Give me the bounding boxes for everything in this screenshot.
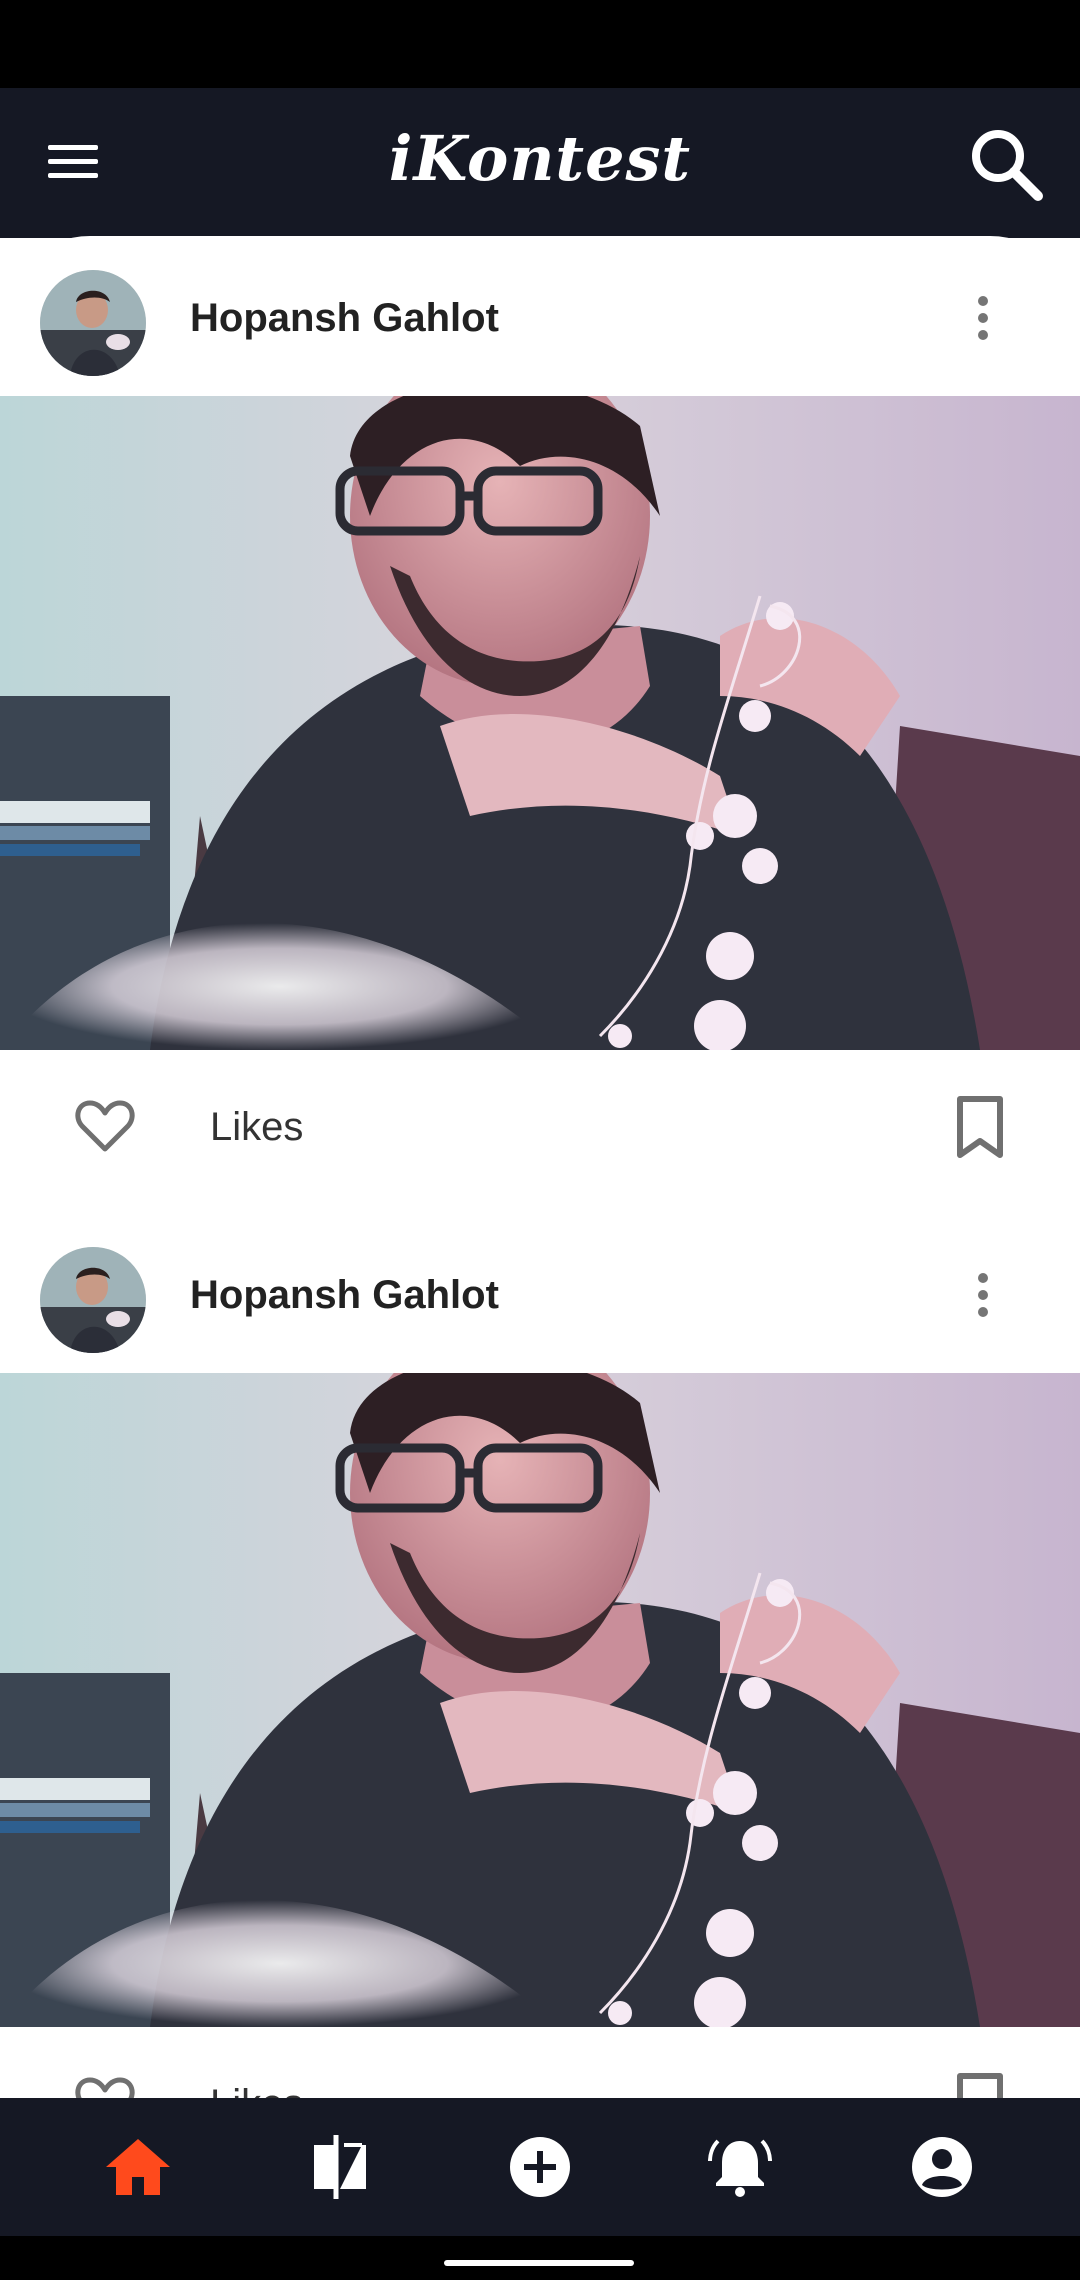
home-gesture-bar[interactable]: [444, 2260, 634, 2266]
bookmark-outline-icon[interactable]: [956, 2072, 1004, 2098]
account-circle-icon[interactable]: [906, 2131, 978, 2203]
add-circle-icon[interactable]: [504, 2131, 576, 2203]
more-vertical-icon[interactable]: [976, 1273, 990, 1323]
post-feed[interactable]: Hopansh Gahlot Likes Hopansh Gahlot: [0, 236, 1080, 2098]
post-header: Hopansh Gahlot: [0, 236, 1080, 396]
likes-label: Likes: [210, 1105, 304, 1149]
status-bar: [0, 0, 1080, 88]
post-photo[interactable]: [0, 396, 1080, 1050]
top-app-bar: iKontest: [0, 88, 1080, 238]
bookmark-outline-icon[interactable]: [956, 1095, 1004, 1159]
gesture-bar-area: [0, 2236, 1080, 2280]
search-icon[interactable]: [966, 124, 1046, 204]
post-card: Hopansh Gahlot Likes: [0, 236, 1080, 1205]
post-author-name[interactable]: Hopansh Gahlot: [190, 296, 499, 341]
post-actions: Likes: [0, 2032, 1080, 2098]
avatar[interactable]: [40, 1247, 146, 1353]
more-vertical-icon[interactable]: [976, 296, 990, 346]
avatar[interactable]: [40, 270, 146, 376]
post-header: Hopansh Gahlot: [0, 1213, 1080, 1373]
home-icon[interactable]: [102, 2131, 174, 2203]
bottom-navigation: [0, 2098, 1080, 2236]
notifications-active-icon[interactable]: [704, 2131, 776, 2203]
post-author-name[interactable]: Hopansh Gahlot: [190, 1273, 499, 1318]
heart-outline-icon[interactable]: [74, 2072, 136, 2098]
compare-icon[interactable]: [304, 2131, 376, 2203]
likes-label: Likes: [210, 2082, 303, 2098]
post-photo[interactable]: [0, 1373, 1080, 2027]
post-card: Hopansh Gahlot Likes: [0, 1213, 1080, 2098]
heart-outline-icon[interactable]: [74, 1095, 136, 1157]
app-title: iKontest: [388, 122, 692, 195]
post-actions: Likes: [0, 1055, 1080, 1205]
